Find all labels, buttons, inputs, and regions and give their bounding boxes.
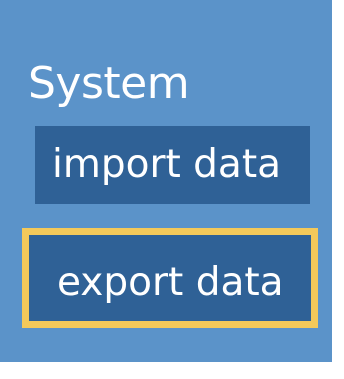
export-data-label: export data	[57, 260, 284, 305]
import-data-button[interactable]: import data	[35, 126, 310, 204]
system-menu-panel: System import data export data	[0, 0, 332, 362]
export-data-button[interactable]: export data	[22, 228, 318, 328]
section-title: System	[28, 58, 190, 109]
import-data-label: import data	[52, 142, 282, 187]
